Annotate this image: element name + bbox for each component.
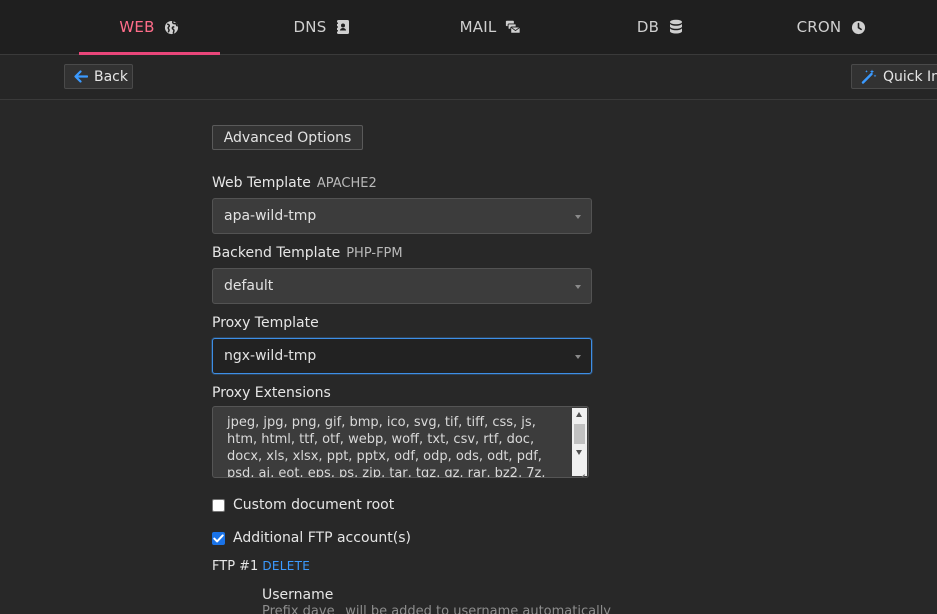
chevron-down-icon — [575, 355, 581, 359]
backend-template-hint: PHP-FPM — [346, 246, 403, 261]
globe-icon — [164, 19, 180, 35]
ftp-delete-link[interactable]: DELETE — [262, 559, 310, 573]
proxy-template-label: Proxy Template — [212, 315, 319, 331]
toolbar: Back Quick Install App — [0, 55, 937, 100]
quick-install-button-label: Quick Install App — [883, 68, 937, 85]
backend-template-select[interactable]: default — [212, 268, 592, 304]
additional-ftp-checkbox[interactable] — [212, 531, 225, 545]
tab-mail-label: MAIL — [459, 18, 497, 36]
textarea-scrollbar[interactable] — [572, 408, 587, 468]
proxy-template-value: ngx-wild-tmp — [224, 348, 317, 364]
tab-cron-label: CRON — [796, 18, 842, 36]
ftp-account-title: FTP #1 DELETE — [212, 559, 310, 574]
additional-ftp-label: Additional FTP account(s) — [233, 530, 411, 546]
resize-handle[interactable] — [572, 466, 587, 476]
ftp-username-hint: Prefix dave_ will be added to username a… — [262, 604, 611, 614]
custom-document-root-row[interactable]: Custom document root — [212, 497, 394, 513]
tab-mail[interactable]: MAIL — [420, 0, 561, 54]
ftp-account-number: FTP #1 — [212, 559, 259, 574]
scroll-down-icon[interactable] — [576, 450, 582, 455]
tab-dns-label: DNS — [293, 18, 327, 36]
web-template-label-text: Web Template — [212, 175, 311, 191]
proxy-template-select[interactable]: ngx-wild-tmp — [212, 338, 592, 374]
magic-wand-icon — [861, 69, 877, 84]
ftp-username-label: Username — [262, 587, 334, 603]
mail-bulk-icon — [505, 19, 521, 35]
arrow-left-icon — [74, 70, 88, 83]
quick-install-button[interactable]: Quick Install App — [851, 64, 937, 89]
proxy-extensions-label: Proxy Extensions — [212, 385, 331, 401]
back-button[interactable]: Back — [64, 64, 133, 89]
scroll-up-icon[interactable] — [576, 412, 582, 417]
back-button-label: Back — [94, 68, 128, 85]
web-template-label: Web Template APACHE2 — [212, 175, 377, 191]
web-template-select[interactable]: apa-wild-tmp — [212, 198, 592, 234]
scrollbar-thumb[interactable] — [574, 424, 585, 444]
proxy-extensions-textarea[interactable]: jpeg, jpg, png, gif, bmp, ico, svg, tif,… — [212, 406, 589, 478]
chevron-down-icon — [575, 285, 581, 289]
additional-ftp-row[interactable]: Additional FTP account(s) — [212, 530, 411, 546]
custom-document-root-label: Custom document root — [233, 497, 395, 513]
backend-template-label-text: Backend Template — [212, 245, 341, 261]
tab-cron[interactable]: CRON — [761, 0, 902, 54]
top-navigation: WEB DNS MAIL DB CRON — [0, 0, 937, 55]
address-book-icon — [335, 19, 351, 35]
clock-icon — [850, 19, 866, 35]
proxy-extensions-value: jpeg, jpg, png, gif, bmp, ico, svg, tif,… — [227, 415, 546, 478]
tab-web-label: WEB — [119, 18, 155, 36]
database-icon — [668, 19, 684, 35]
tab-dns[interactable]: DNS — [252, 0, 393, 54]
tab-web[interactable]: WEB — [79, 0, 220, 55]
advanced-options-button[interactable]: Advanced Options — [212, 125, 363, 150]
checkmark-icon — [213, 533, 224, 542]
chevron-down-icon — [575, 215, 581, 219]
web-template-hint: APACHE2 — [316, 176, 377, 191]
custom-document-root-checkbox[interactable] — [212, 498, 225, 512]
tab-db[interactable]: DB — [590, 0, 731, 54]
backend-template-value: default — [224, 278, 274, 294]
backend-template-label: Backend Template PHP-FPM — [212, 245, 403, 261]
web-template-value: apa-wild-tmp — [224, 208, 317, 224]
tab-db-label: DB — [636, 18, 660, 36]
